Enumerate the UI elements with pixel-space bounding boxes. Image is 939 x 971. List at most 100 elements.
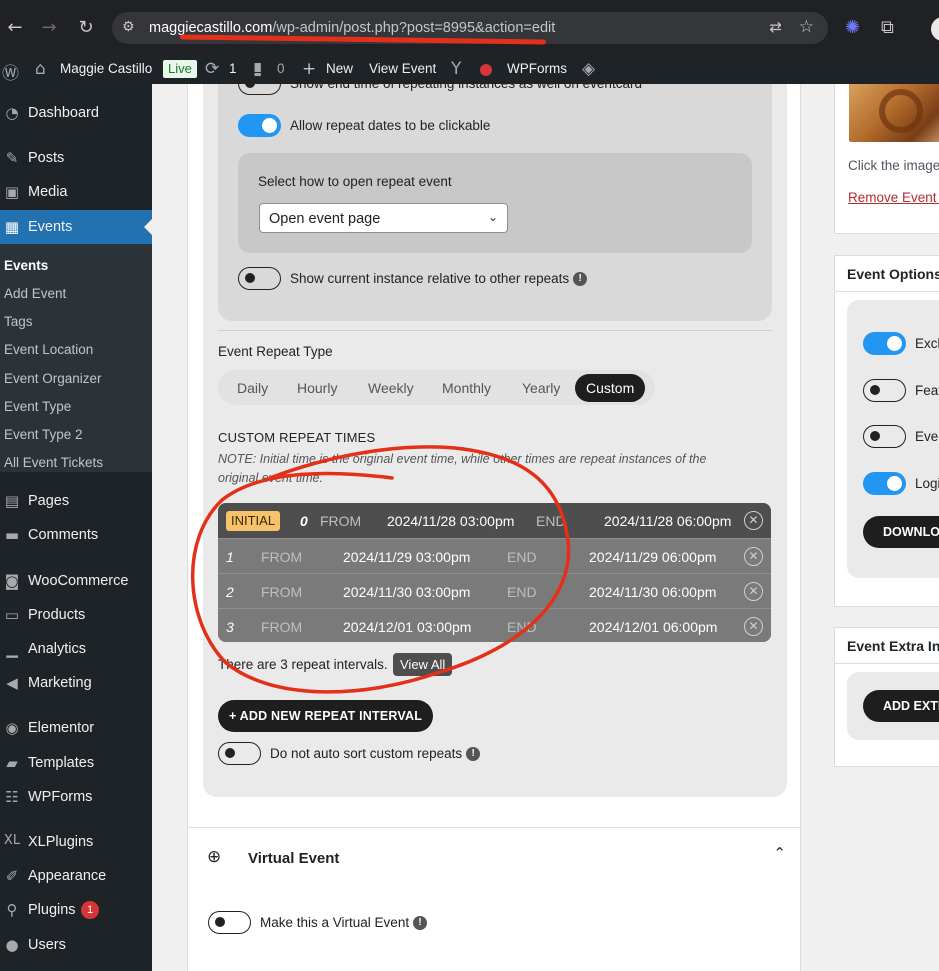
forward-icon[interactable]: →	[38, 17, 60, 39]
repeat-type-label: Event Repeat Type	[218, 344, 333, 359]
sidebar-item-users[interactable]: ● Users	[0, 928, 152, 962]
sidebar-item-dashboard[interactable]: ◔ Dashboard	[0, 96, 152, 130]
back-icon[interactable]: ←	[4, 17, 26, 39]
sidebar-item-comments[interactable]: ▬ Comments	[0, 518, 152, 552]
star-icon[interactable]: ☆	[799, 17, 814, 37]
from-value[interactable]: 2024/11/29 03:00pm	[343, 549, 470, 565]
virtual-event-section: ⊕ Virtual Event ⌃ Make this a Virtual Ev…	[187, 827, 801, 971]
puzzle-icon[interactable]: ⧉	[881, 17, 894, 38]
tab-daily[interactable]: Daily	[226, 374, 279, 402]
sidebar-item-posts[interactable]: ✎ Posts	[0, 141, 152, 175]
info-icon[interactable]: !	[573, 272, 588, 287]
sidebar-item-appearance[interactable]: ✐ Appearance	[0, 859, 152, 893]
submenu-event-type-2[interactable]: Event Type 2	[4, 427, 83, 442]
submenu-event-type[interactable]: Event Type	[4, 399, 71, 414]
add-repeat-interval-button[interactable]: + ADD NEW REPEAT INTERVAL	[218, 700, 433, 732]
translate-icon[interactable]: ⇄	[769, 18, 782, 36]
clickable-repeat-toggle[interactable]	[238, 114, 281, 137]
info-icon[interactable]: !	[413, 916, 428, 931]
new-link[interactable]: New	[326, 61, 353, 76]
submenu-event-location[interactable]: Event Location	[4, 342, 93, 357]
no-auto-sort-toggle[interactable]	[218, 742, 261, 765]
tab-yearly[interactable]: Yearly	[511, 374, 571, 402]
submenu-tags[interactable]: Tags	[4, 314, 33, 329]
tune-icon[interactable]: ⚙	[122, 19, 135, 35]
from-value[interactable]: 2024/12/01 03:00pm	[343, 619, 471, 635]
sidebar-item-products[interactable]: ▭ Products	[0, 598, 152, 632]
open-repeat-box: Select how to open repeat event Open eve…	[238, 153, 752, 253]
row-number: 2	[226, 584, 234, 600]
sidebar-item-label: Appearance	[28, 868, 107, 884]
remove-image-link[interactable]: Remove Event i	[848, 190, 939, 205]
site-name-link[interactable]: Maggie Castillo	[60, 61, 152, 76]
show-end-time-toggle[interactable]	[238, 72, 281, 95]
sidebar-item-label: Products	[28, 607, 86, 623]
tab-custom[interactable]: Custom	[575, 374, 646, 402]
remove-icon[interactable]: ✕	[744, 582, 763, 601]
option-toggle-3[interactable]	[863, 425, 906, 448]
sidebar-item-analytics[interactable]: ▁ Analytics	[0, 632, 152, 666]
tab-hourly[interactable]: Hourly	[286, 374, 348, 402]
sidebar-item-label: XLPlugins	[28, 834, 94, 850]
virtual-event-text: Make this a Virtual Event	[260, 915, 410, 930]
chevron-up-icon[interactable]: ⌃	[773, 844, 786, 862]
plug-icon: ⚲	[6, 901, 18, 919]
sidebar-item-plugins[interactable]: ⚲ Plugins 1	[0, 893, 152, 927]
relative-instance-toggle[interactable]	[238, 267, 281, 290]
end-value[interactable]: 2024/11/29 06:00pm	[589, 549, 716, 565]
sidebar-item-label: Marketing	[28, 675, 92, 691]
updates-count[interactable]: 1	[229, 61, 237, 76]
virtual-event-title[interactable]: Virtual Event	[248, 850, 339, 867]
option-toggle-1[interactable]	[863, 332, 906, 355]
end-value[interactable]: 2024/11/28 06:00pm	[604, 513, 731, 529]
event-options-box: Event Options Excl Feat Even Logi DOWNLO	[834, 255, 939, 607]
virtual-event-toggle[interactable]	[208, 911, 251, 934]
updates-icon[interactable]: ⟳	[205, 59, 219, 79]
sidebar-item-xlplugins[interactable]: XL XLPlugins	[0, 825, 152, 859]
extension-icon[interactable]: ✺	[845, 17, 860, 38]
from-label: FROM	[261, 549, 303, 565]
submenu-event-organizer[interactable]: Event Organizer	[4, 371, 102, 386]
option-label-2: Feat	[915, 383, 939, 398]
home-icon[interactable]: ⌂	[35, 59, 46, 79]
from-value[interactable]: 2024/11/30 03:00pm	[343, 584, 470, 600]
info-icon[interactable]: !	[466, 747, 481, 762]
event-extra-title: Event Extra In	[847, 638, 939, 654]
option-label-1: Excl	[915, 336, 939, 351]
end-value[interactable]: 2024/12/01 06:00pm	[589, 619, 717, 635]
option-toggle-2[interactable]	[863, 379, 906, 402]
user-icon: ●	[5, 936, 19, 954]
view-all-button[interactable]: View All	[393, 653, 453, 676]
sidebar-item-woocommerce[interactable]: ◙ WooCommerce	[0, 564, 152, 598]
wordpress-logo-icon[interactable]: Ⓦ	[2, 59, 19, 84]
submenu-all-event-tickets[interactable]: All Event Tickets	[4, 455, 103, 470]
end-label: END	[507, 584, 537, 600]
url-text[interactable]: maggiecastillo.com/wp-admin/post.php?pos…	[149, 20, 555, 36]
profile-avatar[interactable]	[931, 17, 939, 41]
wpforms-link[interactable]: WPForms	[507, 61, 567, 76]
from-value[interactable]: 2024/11/28 03:00pm	[387, 513, 514, 529]
download-button[interactable]: DOWNLO	[863, 516, 939, 548]
remove-icon[interactable]: ✕	[744, 547, 763, 566]
reload-icon[interactable]: ↻	[75, 17, 97, 39]
option-toggle-4[interactable]	[863, 472, 906, 495]
sidebar-item-pages[interactable]: ▤ Pages	[0, 484, 152, 518]
comments-count[interactable]: 0	[277, 61, 285, 76]
sidebar-item-events[interactable]: ▦ Events	[0, 210, 152, 244]
sidebar-item-templates[interactable]: ▰ Templates	[0, 746, 152, 780]
add-extra-button[interactable]: ADD EXTR	[863, 690, 939, 722]
submenu-add-event[interactable]: Add Event	[4, 286, 66, 301]
sidebar-item-elementor[interactable]: ◉ Elementor	[0, 711, 152, 745]
remove-icon[interactable]: ✕	[744, 617, 763, 636]
submenu-events[interactable]: Events	[4, 258, 48, 273]
sidebar-item-media[interactable]: ▣ Media	[0, 175, 152, 209]
sidebar-item-marketing[interactable]: ◀ Marketing	[0, 666, 152, 700]
sidebar-item-wpforms[interactable]: ☷ WPForms	[0, 780, 152, 814]
tab-monthly[interactable]: Monthly	[431, 374, 502, 402]
event-image[interactable]	[849, 84, 939, 142]
view-event-link[interactable]: View Event	[369, 61, 436, 76]
end-value[interactable]: 2024/11/30 06:00pm	[589, 584, 716, 600]
open-repeat-select[interactable]: Open event page ⌄	[259, 203, 508, 233]
remove-icon[interactable]: ✕	[744, 511, 763, 530]
tab-weekly[interactable]: Weekly	[357, 374, 425, 402]
